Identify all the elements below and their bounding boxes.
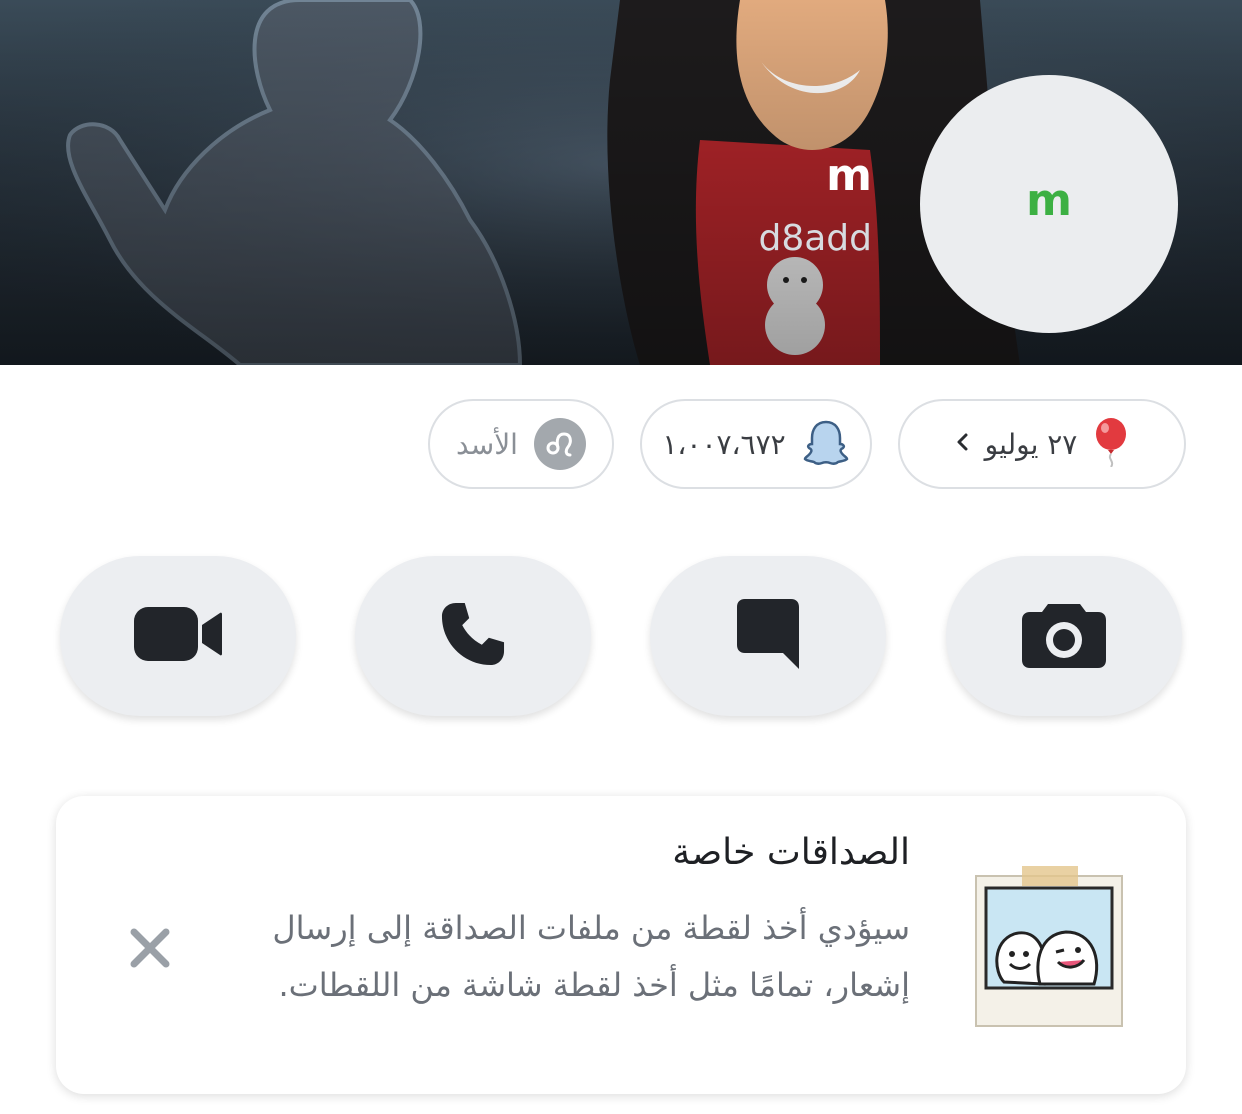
chevron-icon — [955, 432, 969, 456]
private-friendship-card: الصداقات خاصة سيؤدي أخذ لقطة من ملفات ال… — [56, 796, 1186, 1094]
video-camera-icon — [132, 603, 224, 669]
leo-icon — [533, 418, 586, 470]
close-icon[interactable] — [122, 920, 178, 976]
chat-button[interactable] — [650, 556, 886, 716]
display-name: m — [826, 150, 872, 201]
camera-button[interactable] — [946, 556, 1182, 716]
chat-icon — [735, 597, 801, 675]
avatar[interactable]: m — [920, 75, 1178, 333]
card-title: الصداقات خاصة — [672, 832, 910, 873]
voice-call-button[interactable] — [355, 556, 591, 716]
snap-score-text: ١،٠٠٧،٦٧٢ — [662, 427, 786, 461]
snap-score-chip[interactable]: ١،٠٠٧،٦٧٢ — [640, 399, 872, 489]
balloon-icon — [1093, 417, 1129, 471]
profile-header: m d8add m — [0, 0, 1242, 365]
snap-ghost-icon — [802, 418, 850, 470]
username: d8add — [758, 218, 872, 259]
zodiac-text: الأسد — [456, 427, 518, 461]
video-call-button[interactable] — [60, 556, 296, 716]
zodiac-chip[interactable]: الأسد — [428, 399, 614, 489]
friend-profile-page: m d8add m ٢٧ يوليو ١،٠٠٧،٦٧٢ الأسد الصدا… — [0, 0, 1242, 1114]
birthday-chip[interactable]: ٢٧ يوليو — [898, 399, 1186, 489]
friends-polaroid-illustration — [975, 866, 1123, 1027]
phone-icon — [435, 596, 511, 676]
birthday-text: ٢٧ يوليو — [984, 427, 1078, 461]
avatar-letter: m — [1026, 174, 1072, 226]
card-body: سيؤدي أخذ لقطة من ملفات الصداقة إلى إرسا… — [272, 909, 910, 1004]
camera-icon — [1020, 598, 1108, 674]
